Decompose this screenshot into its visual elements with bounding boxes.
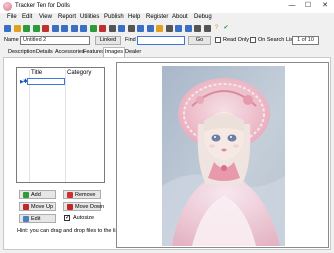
name-label: Name bbox=[4, 37, 19, 43]
forward-icon[interactable] bbox=[32, 25, 40, 32]
go-button[interactable]: Go bbox=[188, 36, 211, 45]
next-icon[interactable] bbox=[70, 25, 78, 32]
first-icon[interactable] bbox=[51, 25, 59, 32]
move-up-button[interactable]: Move Up bbox=[19, 202, 56, 211]
menu-about[interactable]: About bbox=[172, 14, 188, 20]
find-label: Find bbox=[125, 37, 136, 43]
save-icon[interactable] bbox=[4, 25, 11, 32]
column-header-title[interactable]: Title bbox=[31, 70, 42, 76]
find-field[interactable] bbox=[137, 36, 185, 45]
record-counter: 1 of 10 bbox=[292, 36, 319, 45]
tab-images[interactable]: Images bbox=[103, 47, 126, 57]
menu-debug[interactable]: Debug bbox=[194, 14, 212, 20]
down-arrow-icon bbox=[67, 204, 73, 210]
column-divider bbox=[29, 70, 30, 182]
tools-icon[interactable] bbox=[203, 25, 211, 32]
remove-button[interactable]: Remove bbox=[63, 190, 101, 199]
column-divider bbox=[65, 70, 66, 182]
window-title: Tracker Ten for Dolls bbox=[15, 3, 71, 9]
export-icon[interactable] bbox=[184, 25, 192, 32]
linked-button[interactable]: Linked bbox=[95, 36, 121, 45]
remove-icon bbox=[67, 192, 73, 198]
filter-icon[interactable] bbox=[118, 25, 125, 32]
tab-description[interactable]: Description bbox=[7, 48, 37, 57]
read-only-label: Read Only bbox=[223, 37, 249, 43]
grid-icon[interactable] bbox=[137, 25, 144, 32]
name-field[interactable]: Untitled 2 bbox=[20, 36, 90, 45]
menu-utilities[interactable]: Utilities bbox=[80, 14, 99, 20]
import-icon[interactable] bbox=[175, 25, 182, 32]
check-icon[interactable]: ✔ bbox=[223, 25, 230, 32]
close-button[interactable]: ✕ bbox=[318, 1, 332, 12]
list-icon[interactable] bbox=[146, 25, 154, 32]
maximize-button[interactable]: ☐ bbox=[301, 1, 315, 12]
open-icon[interactable] bbox=[13, 25, 21, 32]
on-search-list-label: On Search List bbox=[258, 37, 295, 43]
tab-accessories[interactable]: Accessories bbox=[54, 48, 86, 57]
menu-file[interactable]: File bbox=[7, 14, 17, 20]
autosize-label: Autosize bbox=[73, 215, 95, 221]
menu-publish[interactable]: Publish bbox=[104, 14, 124, 20]
settings-icon[interactable] bbox=[194, 25, 201, 32]
add-icon bbox=[23, 192, 29, 198]
doll-photo bbox=[162, 66, 285, 246]
hint-text: Hint: you can drag and drop files to the… bbox=[17, 228, 122, 234]
tab-details[interactable]: Details bbox=[35, 48, 54, 57]
help-icon[interactable]: ? bbox=[213, 25, 220, 32]
menu-report[interactable]: Report bbox=[58, 14, 76, 20]
minimize-button[interactable]: — bbox=[285, 1, 299, 12]
autosize-checkbox[interactable]: ✓ bbox=[64, 215, 70, 221]
edit-icon bbox=[23, 216, 29, 222]
back-icon[interactable] bbox=[23, 25, 30, 32]
last-icon[interactable] bbox=[80, 25, 87, 32]
up-arrow-icon bbox=[23, 204, 29, 210]
column-header-category[interactable]: Category bbox=[67, 70, 91, 76]
add-button[interactable]: Add bbox=[19, 190, 56, 199]
record-icon[interactable] bbox=[42, 25, 49, 32]
tab-dealer[interactable]: Dealer bbox=[124, 48, 142, 57]
sort-icon[interactable] bbox=[127, 25, 135, 32]
print-icon[interactable] bbox=[165, 25, 173, 32]
move-down-button[interactable]: Move Down bbox=[63, 202, 104, 211]
menu-view[interactable]: View bbox=[39, 14, 52, 20]
add-icon[interactable] bbox=[89, 25, 97, 32]
prev-icon[interactable] bbox=[61, 25, 68, 32]
doll-app-icon bbox=[3, 2, 12, 11]
menu-help[interactable]: Help bbox=[128, 14, 140, 20]
read-only-checkbox[interactable] bbox=[215, 37, 221, 43]
menu-edit[interactable]: Edit bbox=[22, 14, 32, 20]
report-icon[interactable] bbox=[156, 25, 163, 32]
on-search-list-checkbox[interactable] bbox=[250, 37, 256, 43]
search-icon[interactable] bbox=[108, 25, 116, 32]
menu-register[interactable]: Register bbox=[146, 14, 168, 20]
edit-button[interactable]: Edit bbox=[19, 214, 56, 223]
delete-icon[interactable] bbox=[99, 25, 106, 32]
title-cell-editor[interactable] bbox=[27, 78, 65, 85]
